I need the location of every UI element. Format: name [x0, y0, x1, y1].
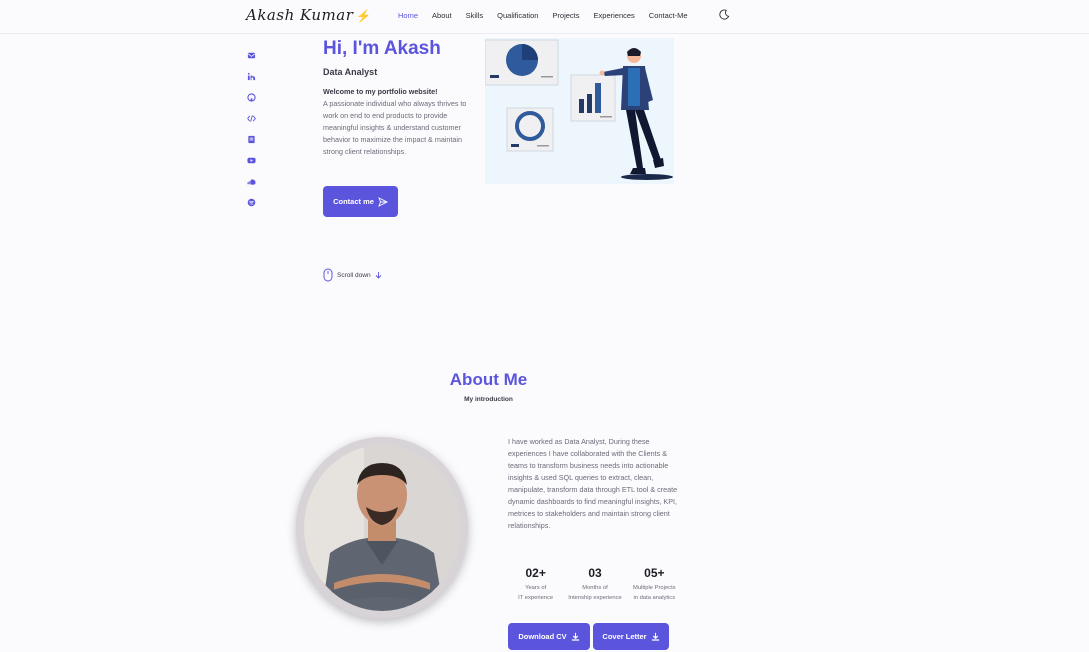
contact-me-label: Contact me [333, 197, 374, 206]
youtube-icon[interactable] [247, 156, 256, 165]
linkedin-icon[interactable] [247, 72, 256, 81]
nav-about[interactable]: About [432, 11, 452, 20]
download-icon [651, 632, 659, 641]
send-icon [378, 196, 388, 207]
nav-qualification[interactable]: Qualification [497, 11, 538, 20]
lightning-bolt-icon: ⚡ [356, 9, 372, 23]
hero-welcome: Welcome to my portfolio website! [323, 87, 438, 96]
download-cv-label: Download CV [518, 632, 567, 641]
nav-projects[interactable]: Projects [552, 11, 579, 20]
nav-home[interactable]: Home [398, 11, 418, 20]
soundcloud-icon[interactable] [247, 177, 256, 186]
stat-label-line-2: Intenship experience [568, 595, 622, 601]
data-analyst-illustration [485, 38, 674, 184]
about-title: About Me [449, 370, 528, 389]
scroll-down-label: Scroll down [337, 271, 371, 279]
stat-internship: 03 Months of Intenship experience [565, 566, 624, 603]
hero-description-text: A passionate individual who always thriv… [323, 99, 467, 156]
cover-letter-button[interactable]: Cover Letter [593, 623, 669, 650]
main-nav: Home About Skills Qualification Projects… [398, 11, 702, 20]
stat-label-line-1: Years of [525, 585, 547, 591]
mouse-icon [323, 268, 333, 282]
stat-label-line-2: IT experience [518, 595, 554, 601]
nav-skills[interactable]: Skills [466, 11, 484, 20]
moon-icon[interactable] [719, 9, 730, 20]
stat-value: 03 [588, 566, 602, 580]
hero-title: Hi, I'm Akash [323, 38, 441, 59]
stat-label: Multiple Projects in data analytics [625, 583, 684, 603]
hero-subtitle: Data Analyst [323, 67, 378, 77]
nav-experiences[interactable]: Experiences [594, 11, 635, 20]
about-stats: 02+ Years of IT experience 03 Months of In… [506, 566, 684, 603]
stat-label: Years of IT experience [506, 583, 565, 603]
profile-photo-frame [296, 437, 468, 619]
logo-text: Akash Kumar [246, 6, 354, 24]
logo[interactable]: Akash Kumar ⚡ [246, 6, 372, 24]
download-cv-button[interactable]: Download CV [508, 623, 590, 650]
header: Akash Kumar ⚡ Home About Skills Qualifica… [0, 0, 1089, 34]
stat-label-line-1: Multiple Projects [633, 585, 676, 591]
stat-value: 05+ [644, 566, 665, 580]
stat-label-line-1: Months of [582, 585, 608, 591]
stat-value: 02+ [525, 566, 546, 580]
code-icon[interactable] [247, 114, 256, 123]
download-icon [571, 632, 579, 641]
stat-label: Months of Intenship experience [565, 583, 624, 603]
github-icon[interactable] [247, 93, 256, 102]
hero-description: Welcome to my portfolio website! A passi… [323, 86, 473, 158]
scroll-down[interactable]: Scroll down [323, 268, 382, 282]
notebook-icon[interactable] [247, 135, 256, 144]
about-subtitle: My introduction [464, 396, 513, 403]
arrow-down-icon [375, 272, 381, 279]
profile-photo [304, 445, 460, 611]
contact-me-button[interactable]: Contact me [323, 186, 398, 217]
nav-contact-me[interactable]: Contact-Me [649, 11, 688, 20]
stat-projects: 05+ Multiple Projects in data analytics [625, 566, 684, 603]
spotify-icon[interactable] [247, 198, 256, 207]
stat-years-experience: 02+ Years of IT experience [506, 566, 565, 603]
cover-letter-label: Cover Letter [602, 632, 647, 641]
stat-label-line-2: in data analytics [633, 595, 676, 601]
about-description: I have worked as Data Analyst, During th… [508, 437, 678, 530]
email-icon[interactable] [247, 51, 256, 60]
social-links [247, 51, 259, 219]
